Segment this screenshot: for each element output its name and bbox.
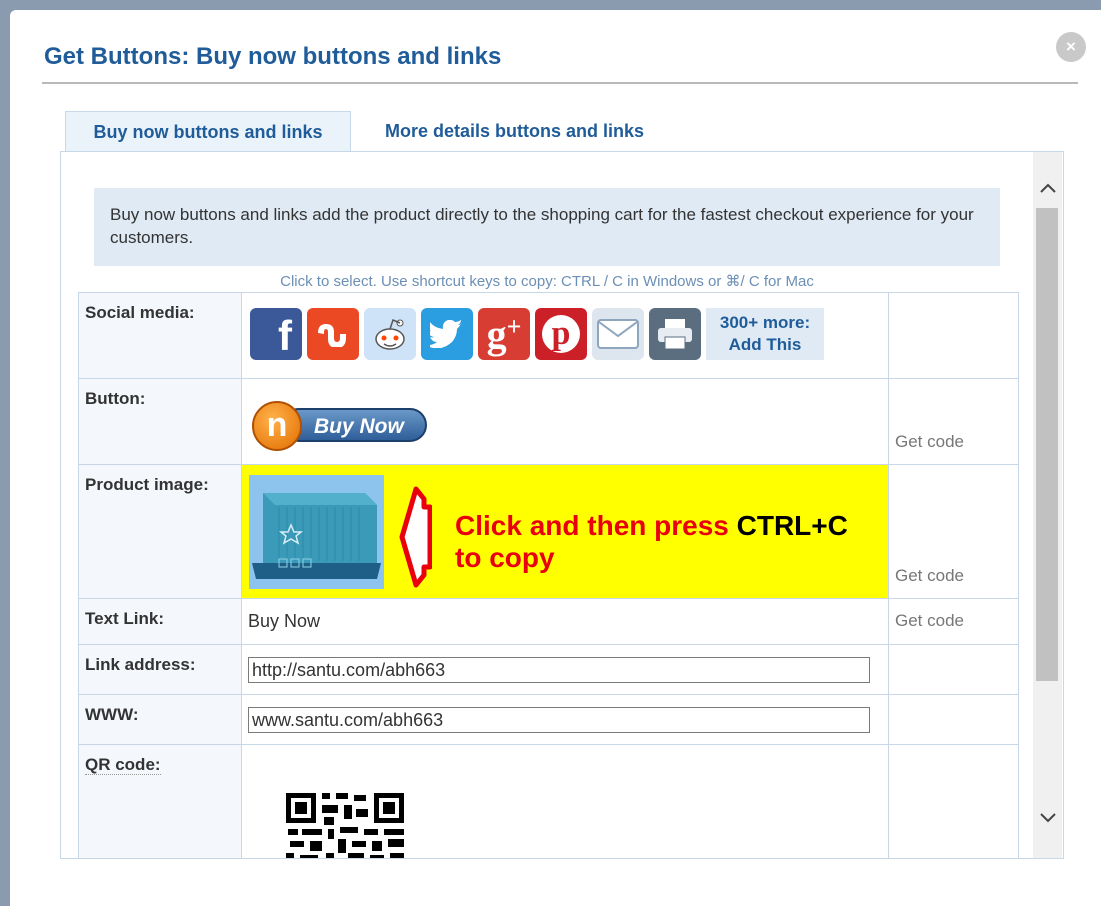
tab-more-details[interactable]: More details buttons and links	[385, 111, 644, 151]
print-icon[interactable]	[649, 308, 701, 360]
button-label: Button:	[78, 378, 242, 465]
close-button[interactable]: ×	[1056, 32, 1086, 62]
facebook-icon[interactable]: f	[250, 308, 302, 360]
text-link-cell: Buy Now	[241, 598, 889, 645]
pinterest-icon[interactable]: p	[535, 308, 587, 360]
scroll-up-icon[interactable]	[1033, 172, 1062, 202]
product-image-get-code-link[interactable]: Get code	[895, 566, 964, 586]
qr-code-label-cell: QR code:	[78, 744, 242, 858]
social-media-label: Social media:	[78, 292, 242, 379]
text-link-label: Text Link:	[78, 598, 242, 645]
button-get-code-link[interactable]: Get code	[895, 432, 964, 452]
qr-code-cell	[888, 744, 1019, 858]
table-row-social: Social media: f g + p 300+ more: Add Thi…	[78, 292, 1019, 379]
stumbleupon-icon[interactable]	[307, 308, 359, 360]
table-row-button: Button: Buy Now n Get code	[78, 378, 1019, 465]
add-this-button[interactable]: 300+ more: Add This	[706, 308, 824, 360]
button-cell: Buy Now n	[241, 378, 889, 465]
www-code-cell	[888, 694, 1019, 745]
reddit-icon[interactable]	[364, 308, 416, 360]
link-address-field[interactable]	[248, 657, 870, 683]
email-icon[interactable]	[592, 308, 644, 360]
arrow-icon	[398, 485, 433, 594]
www-cell	[241, 694, 889, 745]
tab-content-panel: Buy now buttons and links add the produc…	[60, 151, 1064, 859]
buy-now-logo: n	[252, 401, 302, 451]
social-icons: f g + p 300+ more: Add This	[250, 308, 824, 360]
www-label: WWW:	[78, 694, 242, 745]
qr-code-image[interactable]	[286, 793, 406, 858]
text-link-code-cell: Get code	[888, 598, 1019, 645]
tab-buy-now[interactable]: Buy now buttons and links	[65, 111, 351, 151]
scrollbar-thumb[interactable]	[1036, 208, 1058, 681]
add-this-line2: Add This	[728, 335, 802, 354]
link-address-code-cell	[888, 644, 1019, 695]
buy-now-button-image[interactable]: Buy Now n	[252, 401, 430, 451]
copy-instruction-shortcut: CTRL+C	[736, 510, 848, 541]
dialog-title: Get Buttons: Buy now buttons and links	[44, 43, 502, 70]
table-row-qr: QR code:	[78, 744, 1019, 858]
info-text: Buy now buttons and links add the produc…	[110, 205, 974, 247]
product-image[interactable]	[249, 475, 384, 589]
social-code-cell	[888, 292, 1019, 379]
qr-code-label: QR code:	[85, 755, 161, 775]
add-this-line1: 300+ more:	[719, 313, 811, 332]
table-row-link-address: Link address:	[78, 644, 1019, 695]
get-buttons-dialog: Get Buttons: Buy now buttons and links ×…	[10, 10, 1101, 906]
product-image-code-cell: Get code	[888, 464, 1019, 599]
link-address-cell	[241, 644, 889, 695]
qr-cell	[241, 744, 889, 858]
copy-instruction-part2: to copy	[455, 542, 555, 573]
table-row-product-image: Product image: Click and then press CTRL…	[78, 464, 1019, 599]
copy-hint: Click to select. Use shortcut keys to co…	[280, 273, 814, 290]
info-box: Buy now buttons and links add the produc…	[94, 188, 1000, 266]
product-image-label: Product image:	[78, 464, 242, 599]
google-plus-icon[interactable]: g +	[478, 308, 530, 360]
text-link-get-code-link[interactable]: Get code	[895, 611, 964, 631]
text-link-value[interactable]: Buy Now	[248, 611, 320, 632]
product-image-cell: Click and then press CTRL+C to copy	[241, 464, 889, 599]
twitter-icon[interactable]	[421, 308, 473, 360]
link-address-label: Link address:	[78, 644, 242, 695]
copy-instruction: Click and then press CTRL+C to copy	[455, 510, 848, 574]
copy-instruction-part1: Click and then press	[455, 510, 737, 541]
table-row-text-link: Text Link: Buy Now Get code	[78, 598, 1019, 645]
social-cell: f g + p 300+ more: Add This	[241, 292, 889, 379]
scroll-down-icon[interactable]	[1033, 802, 1062, 832]
buy-now-text: Buy Now	[282, 408, 427, 442]
title-divider	[42, 82, 1078, 84]
www-field[interactable]	[248, 707, 870, 733]
table-row-www: WWW:	[78, 694, 1019, 745]
button-code-cell: Get code	[888, 378, 1019, 465]
buttons-table: Social media: f g + p 300+ more: Add Thi…	[78, 292, 1019, 858]
